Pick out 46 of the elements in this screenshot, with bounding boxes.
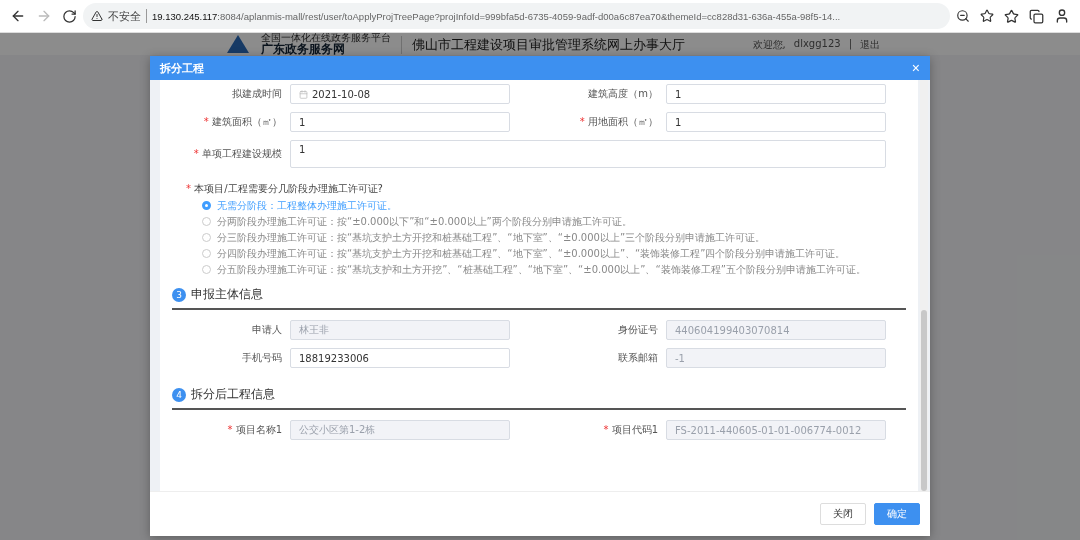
security-label: 不安全	[108, 8, 141, 24]
step-number: 3	[172, 287, 186, 302]
section-title: 申报主体信息	[191, 286, 263, 303]
warning-icon	[91, 10, 103, 22]
step-number: 4	[172, 387, 186, 402]
radio-option[interactable]: 分三阶段办理施工许可证：按“基坑支护土方开挖和桩基础工程”、“地下室”、“±0.000以上”三个阶段分别申请施工许可证。	[202, 231, 906, 244]
scrollbar[interactable]	[920, 80, 928, 491]
separator: |	[848, 38, 852, 52]
username: dlxgg123	[793, 38, 841, 51]
welcome-text: 欢迎您,	[752, 38, 786, 52]
brand-text: 广东政务服务网	[261, 43, 345, 55]
section-title: 拆分后工程信息	[191, 386, 275, 403]
field-label: * 项目代码1	[602, 423, 658, 437]
field-label: * 项目名称1	[226, 423, 282, 437]
address-bar[interactable]: 不安全 19.130.245.117:8084/aplanmis-mall/rest/user/toApplyProjTreePage?projInfoId=999bfa5d-6735-4059-9adf-d00a6c87ea70&themeId=cc828d31-636a-455a-98f5-14...	[83, 3, 950, 29]
close-dialog-button[interactable]: 关闭	[820, 503, 866, 525]
field-label: * 用地面积（㎡）	[578, 115, 658, 129]
confirm-button[interactable]: 确定	[874, 503, 920, 525]
input-field[interactable]: 18819233006	[290, 348, 510, 368]
site-title: 佛山市工程建设项目审批管理系统网上办事大厅	[401, 36, 685, 54]
platform-text: 全国一体化在线政务服务平台	[261, 33, 391, 43]
input-field[interactable]: 1	[290, 112, 510, 132]
radio-option[interactable]: 分四阶段办理施工许可证：按“基坑支护土方开挖和桩基础工程”、“地下室”、“±0.000以上”、“装饰装修工程”四个阶段分别申请施工许可证。	[202, 247, 906, 260]
radio-option[interactable]: 无需分阶段：工程整体办理施工许可证。	[202, 199, 906, 212]
dialog-title: 拆分工程	[160, 60, 204, 76]
radio-option[interactable]: 分五阶段办理施工许可证：按“基坑支护和土方开挖”、“桩基础工程”、“地下室”、“±0.000以上”、“装饰装修工程”五个阶段分别申请施工许可证。	[202, 263, 906, 276]
input-field[interactable]: 1	[666, 84, 886, 104]
field-label: 申请人	[251, 323, 282, 337]
field-label: 拟建成时间	[231, 87, 282, 101]
radio-option[interactable]: 分两阶段办理施工许可证：按“±0.000以下”和“±0.000以上”两个阶段分别申请施工许可证。	[202, 215, 906, 228]
field-label: * 单项工程建设规模	[192, 147, 282, 161]
question-label: * 本项目/工程需要分几阶段办理施工许可证?	[186, 182, 384, 196]
close-button[interactable]: ×	[911, 60, 920, 76]
reload-icon	[62, 8, 77, 24]
field-label: 联系邮箱	[617, 351, 658, 365]
date-field[interactable]: 2021-10-08	[290, 84, 510, 104]
logout-link[interactable]: 退出	[860, 38, 880, 52]
arrow-right-icon	[36, 8, 52, 24]
textarea-field[interactable]: 1	[290, 140, 886, 168]
field-label: 手机号码	[241, 351, 282, 365]
field-label: 身份证号	[617, 323, 658, 337]
calendar-icon	[299, 89, 308, 99]
field-label: * 建筑面积（㎡）	[202, 115, 282, 129]
url-text: 19.130.245.117:8084/aplanmis-mall/rest/user/toApplyProjTreePage?projInfoId=999bfa5d-6735-4059-9adf-d00a6c87ea70&themeId=cc828d31-636a-455a-98f5-14...	[152, 10, 841, 22]
input-field[interactable]: 1	[666, 112, 886, 132]
field-label: 建筑高度（m）	[587, 87, 658, 101]
